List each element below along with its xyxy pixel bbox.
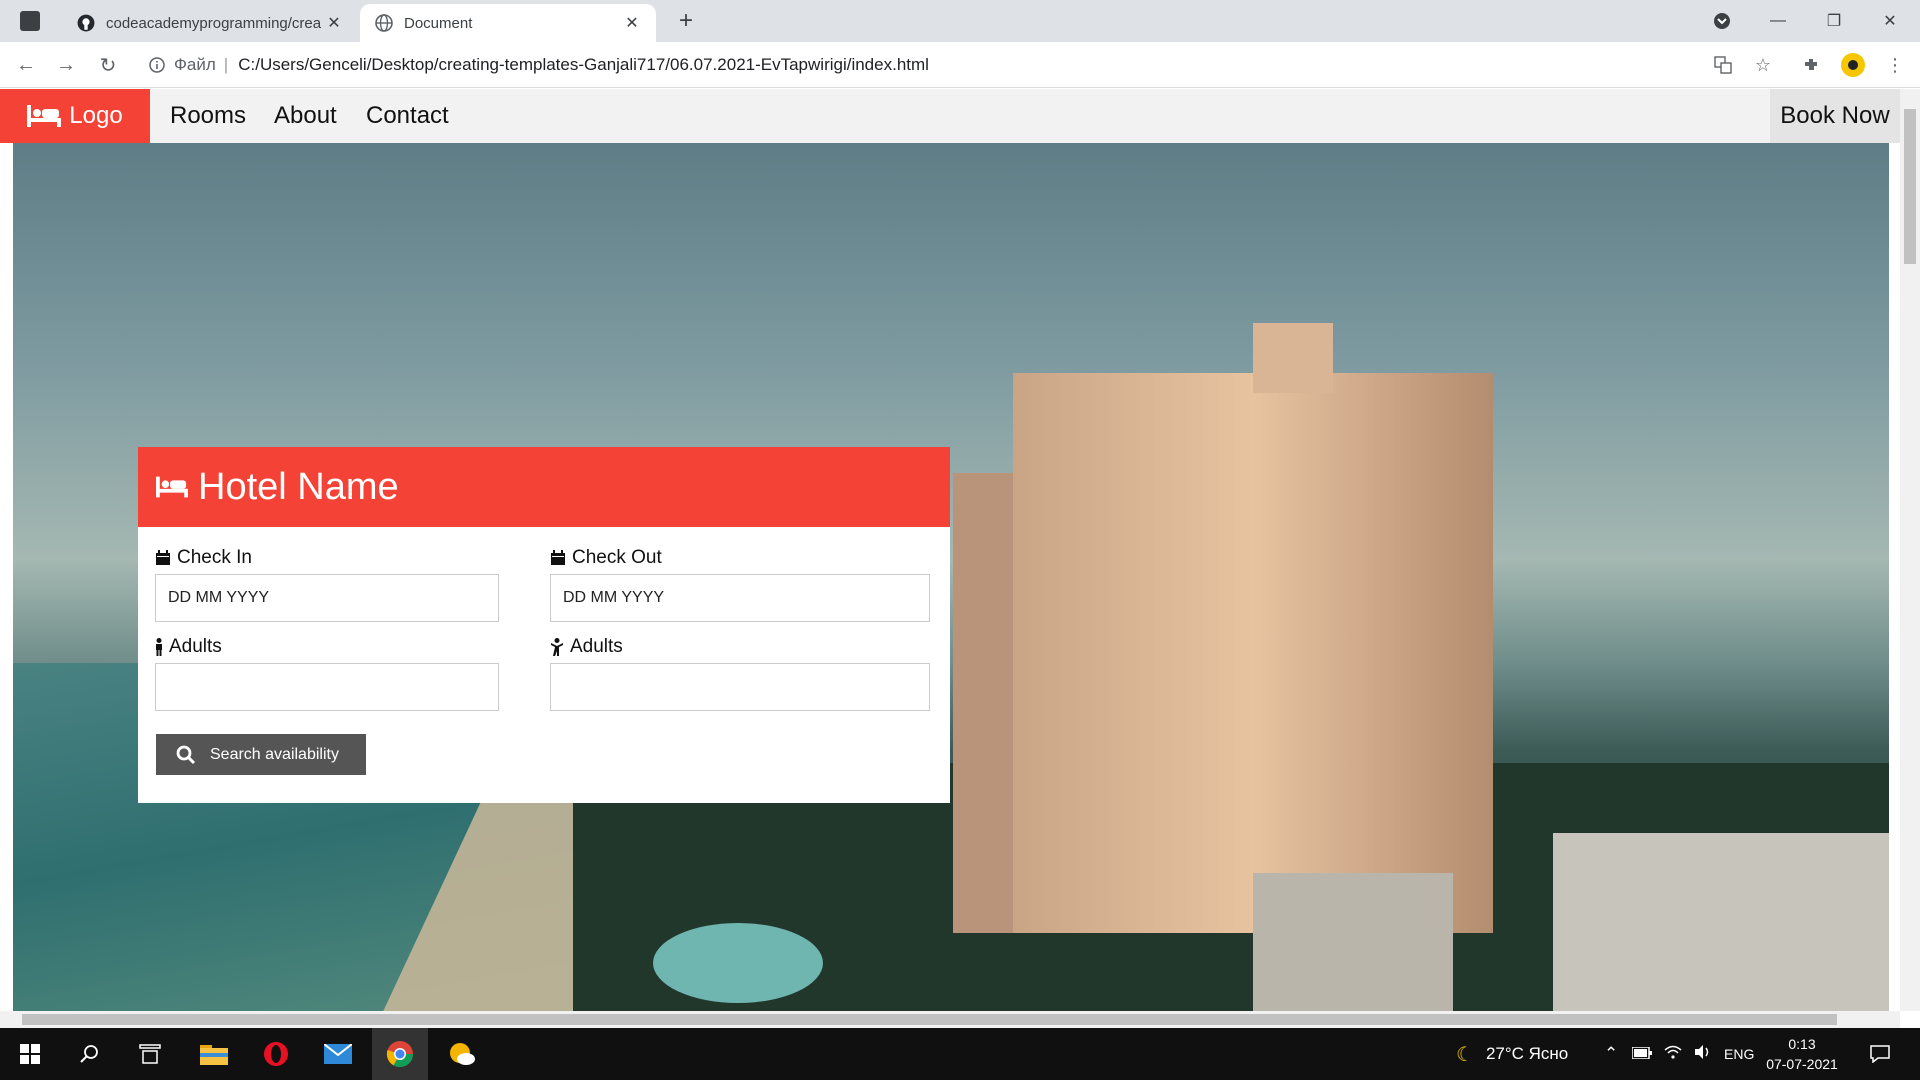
minimize-button[interactable]: — xyxy=(1750,0,1806,42)
clock[interactable]: 0:13 07-07-2021 xyxy=(1762,1034,1842,1074)
hero-image: Hotel Name Check In DD MM YYYY Check Out… xyxy=(13,143,1889,1011)
check-in-field: Check In DD MM YYYY xyxy=(155,546,499,622)
tab-title: Document xyxy=(404,14,473,32)
clock-time: 0:13 xyxy=(1788,1036,1816,1052)
calendar-icon xyxy=(551,550,565,565)
hero-tower xyxy=(1013,373,1493,933)
reload-button[interactable]: ↻ xyxy=(92,50,124,80)
translate-icon[interactable] xyxy=(1708,50,1738,80)
weather-widget[interactable]: ☾ 27°C Ясно xyxy=(1456,1028,1568,1080)
bed-icon xyxy=(156,476,188,498)
page-viewport: Logo Rooms About Contact Book Now Hotel … xyxy=(0,89,1900,1011)
language-indicator[interactable]: ENG xyxy=(1724,1028,1754,1080)
adults-field-2: Adults xyxy=(550,635,930,711)
tab-document[interactable]: Document ✕ xyxy=(360,4,656,42)
url-text: C:/Users/Genceli/Desktop/creating-templa… xyxy=(238,55,929,74)
adults-field: Adults xyxy=(155,635,499,711)
adults-input[interactable] xyxy=(155,663,499,711)
site-navbar: Logo Rooms About Contact Book Now xyxy=(0,89,1900,143)
weather-app-icon[interactable] xyxy=(434,1028,490,1080)
volume-icon[interactable] xyxy=(1694,1044,1712,1064)
globe-icon xyxy=(374,13,394,33)
search-icon[interactable] xyxy=(62,1028,118,1080)
weather-text: 27°C Ясно xyxy=(1485,1044,1569,1063)
adults-label: Adults xyxy=(169,636,222,657)
bed-icon xyxy=(27,105,62,127)
start-button[interactable] xyxy=(2,1028,58,1080)
check-in-input[interactable]: DD MM YYYY xyxy=(155,574,499,622)
logo-link[interactable]: Logo xyxy=(0,89,150,143)
clock-date: 07-07-2021 xyxy=(1766,1056,1838,1072)
search-icon xyxy=(176,745,196,764)
profile-avatar[interactable] xyxy=(1838,50,1868,80)
chevron-up-icon[interactable]: ⌃ xyxy=(1604,1044,1618,1064)
logo-text: Logo xyxy=(69,102,123,129)
search-availability-button[interactable]: Search availability xyxy=(156,734,366,775)
tray-icons: ⌃ xyxy=(1604,1028,1712,1080)
male-icon xyxy=(156,638,162,656)
github-icon xyxy=(76,13,96,33)
opera-icon[interactable] xyxy=(248,1028,304,1080)
tab-title: codeacademyprogramming/crea xyxy=(106,14,322,32)
task-view-icon[interactable] xyxy=(122,1028,178,1080)
tab-search-icon[interactable] xyxy=(1694,0,1750,42)
windows-taskbar: ☾ 27°C Ясно ⌃ ENG 0:13 07-07-2021 xyxy=(0,1028,1920,1080)
vertical-scrollbar[interactable] xyxy=(1900,89,1920,1011)
child-icon xyxy=(551,638,563,656)
close-tab-icon[interactable]: ✕ xyxy=(324,13,344,33)
booking-card: Hotel Name Check In DD MM YYYY Check Out… xyxy=(138,447,950,803)
moon-icon: ☾ xyxy=(1456,1043,1474,1066)
forward-button[interactable]: → xyxy=(50,50,82,80)
book-now-button[interactable]: Book Now xyxy=(1770,89,1900,143)
bookmark-star-icon[interactable]: ☆ xyxy=(1748,50,1778,80)
info-icon[interactable] xyxy=(146,54,168,76)
search-button-label: Search availability xyxy=(210,745,339,763)
card-header: Hotel Name xyxy=(138,447,950,527)
nav-rooms-link[interactable]: Rooms xyxy=(170,89,246,143)
address-separator: | xyxy=(223,55,229,74)
browser-toolbar: ← → ↻ Файл | C:/Users/Genceli/Desktop/cr… xyxy=(0,42,1920,88)
vertical-scroll-thumb[interactable] xyxy=(1904,109,1916,264)
scheme-label: Файл xyxy=(174,55,216,74)
hero-low-building xyxy=(1253,873,1453,1011)
app-icon xyxy=(20,11,40,31)
battery-icon[interactable] xyxy=(1631,1044,1653,1064)
close-window-button[interactable]: ✕ xyxy=(1862,0,1918,42)
close-tab-icon[interactable]: ✕ xyxy=(622,13,642,33)
wifi-icon[interactable] xyxy=(1664,1044,1682,1064)
horizontal-scroll-thumb[interactable] xyxy=(22,1014,1837,1025)
chrome-icon[interactable] xyxy=(372,1028,428,1080)
calendar-icon xyxy=(156,550,170,565)
nav-contact-link[interactable]: Contact xyxy=(366,89,449,143)
notifications-icon[interactable] xyxy=(1852,1028,1908,1080)
adults-input-2[interactable] xyxy=(550,663,930,711)
extensions-icon[interactable] xyxy=(1796,50,1826,80)
hotel-name-title: Hotel Name xyxy=(198,465,399,508)
check-in-label: Check In xyxy=(177,547,252,568)
tab-strip: codeacademyprogramming/crea ✕ Document ✕… xyxy=(0,0,1920,42)
address-bar[interactable]: Файл | C:/Users/Genceli/Desktop/creating… xyxy=(140,47,1780,83)
check-out-label: Check Out xyxy=(572,547,662,568)
restore-button[interactable]: ❐ xyxy=(1806,0,1862,42)
nav-about-link[interactable]: About xyxy=(274,89,337,143)
file-explorer-icon[interactable] xyxy=(186,1028,242,1080)
hero-pool xyxy=(653,923,823,1003)
hero-low-building xyxy=(1553,833,1889,1011)
check-out-input[interactable]: DD MM YYYY xyxy=(550,574,930,622)
back-button[interactable]: ← xyxy=(10,50,42,80)
mail-icon[interactable] xyxy=(310,1028,366,1080)
check-out-field: Check Out DD MM YYYY xyxy=(550,546,930,622)
adults-label-2: Adults xyxy=(570,636,623,657)
tab-github[interactable]: codeacademyprogramming/crea ✕ xyxy=(62,4,358,42)
menu-kebab-icon[interactable]: ⋮ xyxy=(1880,50,1910,80)
windows-icon xyxy=(20,1044,40,1064)
tab-search-button[interactable] xyxy=(16,8,44,34)
hero-tower-roof xyxy=(1253,323,1333,393)
horizontal-scrollbar[interactable] xyxy=(0,1011,1900,1028)
new-tab-button[interactable]: + xyxy=(672,7,700,34)
